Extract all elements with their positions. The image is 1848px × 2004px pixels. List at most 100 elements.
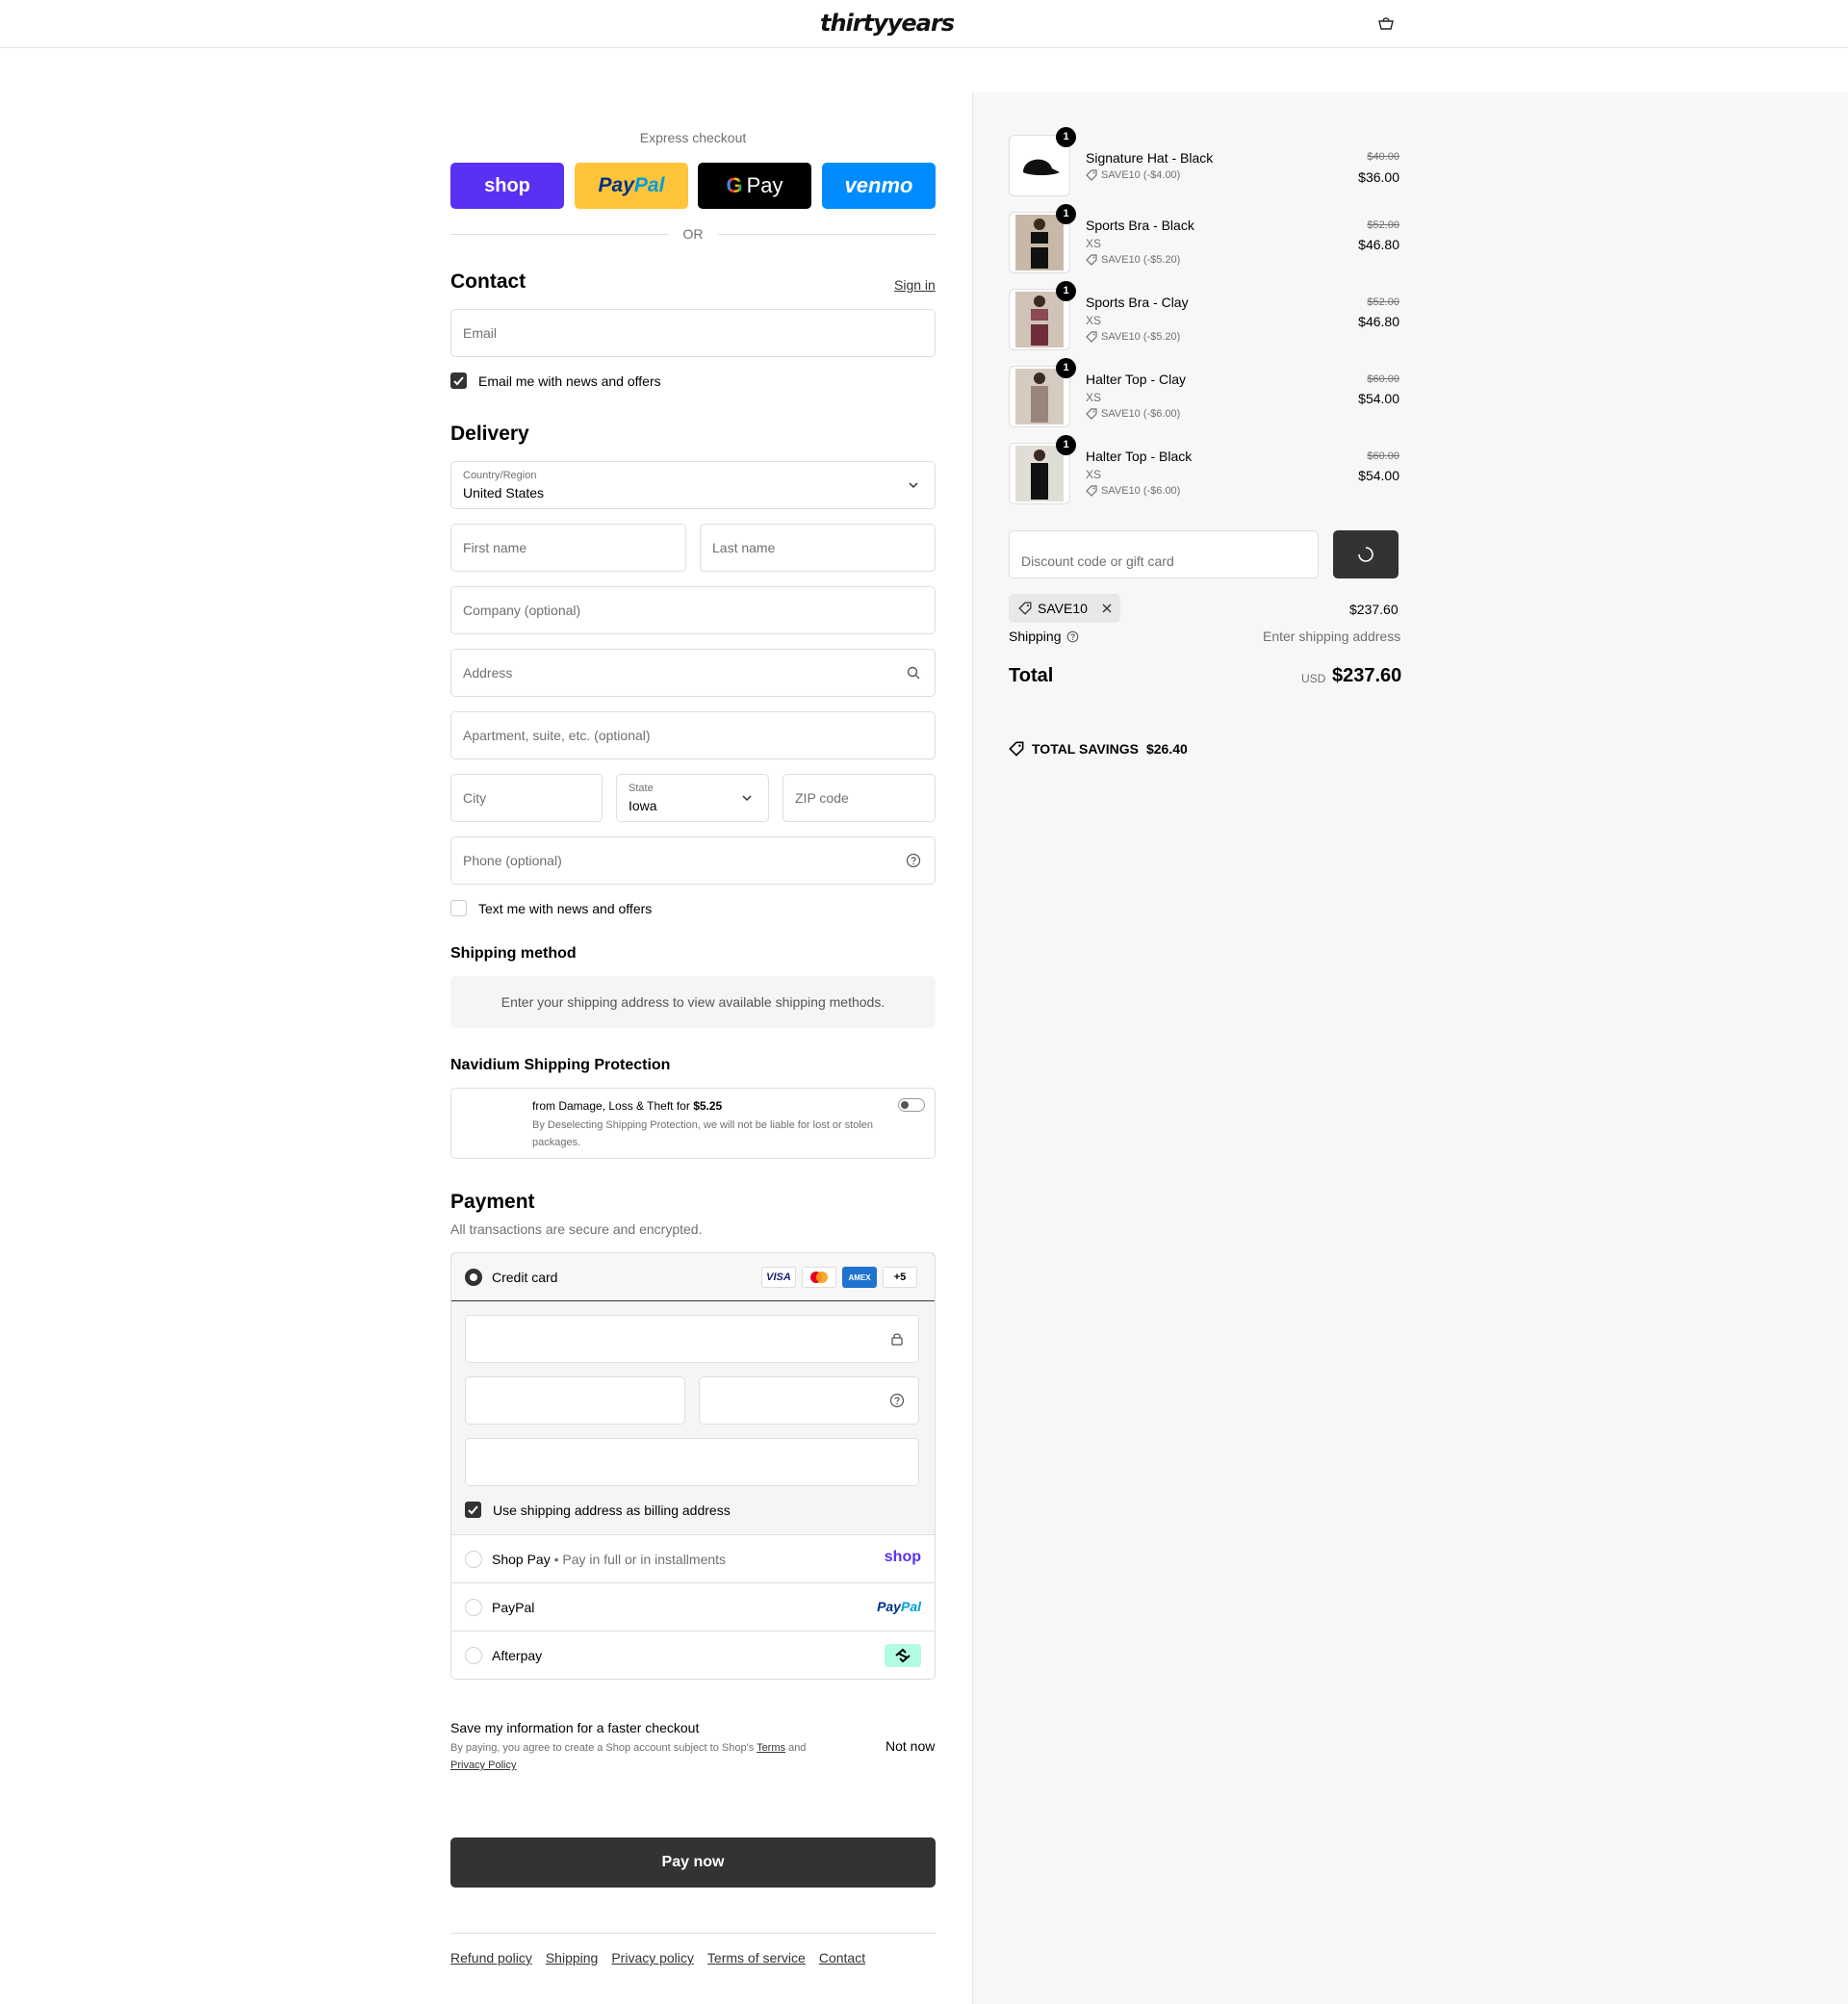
item-original-price: $52.00 bbox=[1367, 219, 1399, 231]
google-pay-button[interactable]: G Pay bbox=[698, 163, 811, 209]
spinner-icon bbox=[1358, 547, 1373, 562]
help-icon[interactable] bbox=[1066, 630, 1079, 643]
sms-checkbox[interactable] bbox=[450, 900, 467, 916]
payment-method-shop-pay[interactable]: Shop Pay • Pay in full or in installment… bbox=[451, 1534, 935, 1582]
afterpay-logo-icon bbox=[885, 1644, 921, 1667]
shipping-method-title: Shipping method bbox=[450, 945, 577, 962]
discount-code-input[interactable]: Discount code or gift card bbox=[1009, 530, 1319, 578]
order-item: 1 Halter Top - Black XS SAVE10 (-$6.00) … bbox=[1009, 435, 1399, 506]
zip-field[interactable]: ZIP code bbox=[783, 774, 936, 822]
state-select[interactable]: State Iowa bbox=[616, 774, 769, 822]
item-discount: SAVE10 (-$6.00) bbox=[1086, 485, 1180, 497]
tag-icon bbox=[1009, 741, 1024, 757]
help-icon[interactable] bbox=[906, 853, 921, 868]
item-name: Signature Hat - Black bbox=[1086, 150, 1214, 166]
privacy-policy-link[interactable]: Privacy Policy bbox=[450, 1760, 516, 1771]
item-discount: SAVE10 (-$4.00) bbox=[1086, 169, 1180, 181]
card-expiry-field[interactable] bbox=[465, 1376, 685, 1425]
quantity-badge: 1 bbox=[1056, 281, 1076, 301]
newsletter-checkbox[interactable] bbox=[450, 373, 467, 389]
card-number-field[interactable] bbox=[465, 1315, 919, 1363]
item-name: Halter Top - Black bbox=[1086, 449, 1193, 464]
terms-of-service-link[interactable]: Terms of service bbox=[707, 1950, 806, 1965]
payment-method-paypal[interactable]: PayPal PayPal bbox=[451, 1582, 935, 1631]
item-name: Halter Top - Clay bbox=[1086, 372, 1187, 387]
billing-checkbox[interactable] bbox=[465, 1502, 481, 1518]
country-select[interactable]: Country/Region United States bbox=[450, 461, 936, 509]
item-discount: SAVE10 (-$5.20) bbox=[1086, 254, 1180, 266]
item-variant: XS bbox=[1086, 391, 1102, 404]
tag-icon bbox=[1018, 602, 1032, 615]
tag-icon bbox=[1086, 408, 1097, 420]
pay-now-button[interactable]: Pay now bbox=[450, 1837, 936, 1888]
apply-discount-button[interactable] bbox=[1333, 530, 1399, 578]
quantity-badge: 1 bbox=[1056, 204, 1076, 224]
protection-main-text: from Damage, Loss & Theft for $5.25 bbox=[532, 1099, 723, 1113]
total-savings: TOTAL SAVINGS $26.40 bbox=[1009, 741, 1188, 757]
newsletter-label: Email me with news and offers bbox=[478, 373, 661, 389]
sign-in-link[interactable]: Sign in bbox=[894, 277, 936, 293]
apartment-field[interactable]: Apartment, suite, etc. (optional) bbox=[450, 711, 936, 759]
chevron-down-icon bbox=[742, 795, 752, 802]
city-field[interactable]: City bbox=[450, 774, 603, 822]
check-icon bbox=[468, 1505, 478, 1515]
item-variant: XS bbox=[1086, 314, 1102, 327]
item-original-price: $60.00 bbox=[1367, 373, 1399, 385]
item-name: Sports Bra - Clay bbox=[1086, 295, 1189, 310]
shipping-protection-box: from Damage, Loss & Theft for $5.25 By D… bbox=[450, 1088, 936, 1159]
card-name-field[interactable] bbox=[465, 1438, 919, 1486]
email-field[interactable]: Email bbox=[450, 309, 936, 357]
help-icon[interactable] bbox=[889, 1393, 905, 1408]
item-name: Sports Bra - Black bbox=[1086, 218, 1194, 233]
item-discount: SAVE10 (-$6.00) bbox=[1086, 408, 1180, 420]
order-item: 1 Signature Hat - Black SAVE10 (-$4.00) … bbox=[1009, 127, 1399, 198]
paypal-radio[interactable] bbox=[465, 1599, 482, 1616]
shipping-method-notice: Enter your shipping address to view avai… bbox=[450, 976, 936, 1028]
shop-pay-button[interactable]: shop bbox=[450, 163, 564, 209]
venmo-button[interactable]: venmo bbox=[822, 163, 936, 209]
shipping-policy-link[interactable]: Shipping bbox=[546, 1950, 599, 1965]
first-name-field[interactable]: First name bbox=[450, 524, 686, 572]
protection-sub-text: By Deselecting Shipping Protection, we w… bbox=[532, 1119, 874, 1148]
payment-method-credit-card[interactable]: Credit card VISA AMEX +5 bbox=[451, 1253, 935, 1301]
last-name-field[interactable]: Last name bbox=[700, 524, 936, 572]
card-cvv-field[interactable] bbox=[699, 1376, 919, 1425]
shop-pay-radio[interactable] bbox=[465, 1551, 482, 1568]
footer-divider bbox=[450, 1933, 936, 1934]
privacy-policy-link[interactable]: Privacy policy bbox=[611, 1950, 694, 1965]
afterpay-radio[interactable] bbox=[465, 1647, 482, 1664]
paypal-logo: PayPal bbox=[877, 1599, 921, 1614]
amex-icon: AMEX bbox=[842, 1267, 877, 1288]
quantity-badge: 1 bbox=[1056, 358, 1076, 378]
express-checkout-label: Express checkout bbox=[639, 130, 747, 145]
contact-link[interactable]: Contact bbox=[819, 1950, 865, 1965]
not-now-button[interactable]: Not now bbox=[886, 1738, 935, 1754]
item-price: $54.00 bbox=[1358, 391, 1399, 406]
sms-label: Text me with news and offers bbox=[478, 901, 653, 916]
protection-toggle[interactable] bbox=[898, 1098, 925, 1112]
company-field[interactable]: Company (optional) bbox=[450, 586, 936, 634]
item-original-price: $60.00 bbox=[1367, 450, 1399, 462]
address-field[interactable]: Address bbox=[450, 649, 936, 697]
refund-policy-link[interactable]: Refund policy bbox=[450, 1950, 532, 1965]
terms-link[interactable]: Terms bbox=[757, 1742, 785, 1754]
mastercard-icon bbox=[802, 1267, 836, 1288]
quantity-badge: 1 bbox=[1056, 127, 1076, 147]
quantity-badge: 1 bbox=[1056, 435, 1076, 455]
cart-icon[interactable] bbox=[1377, 15, 1395, 31]
store-logo[interactable]: thirtyyears bbox=[820, 10, 955, 37]
footer-links: Refund policy Shipping Privacy policy Te… bbox=[450, 1950, 865, 1965]
payment-method-afterpay[interactable]: Afterpay bbox=[451, 1631, 935, 1679]
payment-title: Payment bbox=[450, 1191, 535, 1213]
order-item: 1 Halter Top - Clay XS SAVE10 (-$6.00) $… bbox=[1009, 358, 1399, 429]
divider bbox=[450, 234, 668, 235]
order-item: 1 Sports Bra - Black XS SAVE10 (-$5.20) … bbox=[1009, 204, 1399, 275]
phone-field[interactable]: Phone (optional) bbox=[450, 836, 936, 885]
subtotal-value: $237.60 bbox=[1349, 602, 1399, 617]
header: thirtyyears bbox=[0, 0, 1848, 48]
credit-card-radio[interactable] bbox=[465, 1269, 482, 1286]
paypal-button[interactable]: Pay Pal bbox=[575, 163, 688, 209]
item-price: $46.80 bbox=[1358, 237, 1399, 252]
save-info-title: Save my information for a faster checkou… bbox=[450, 1720, 700, 1735]
close-icon[interactable] bbox=[1101, 603, 1113, 614]
